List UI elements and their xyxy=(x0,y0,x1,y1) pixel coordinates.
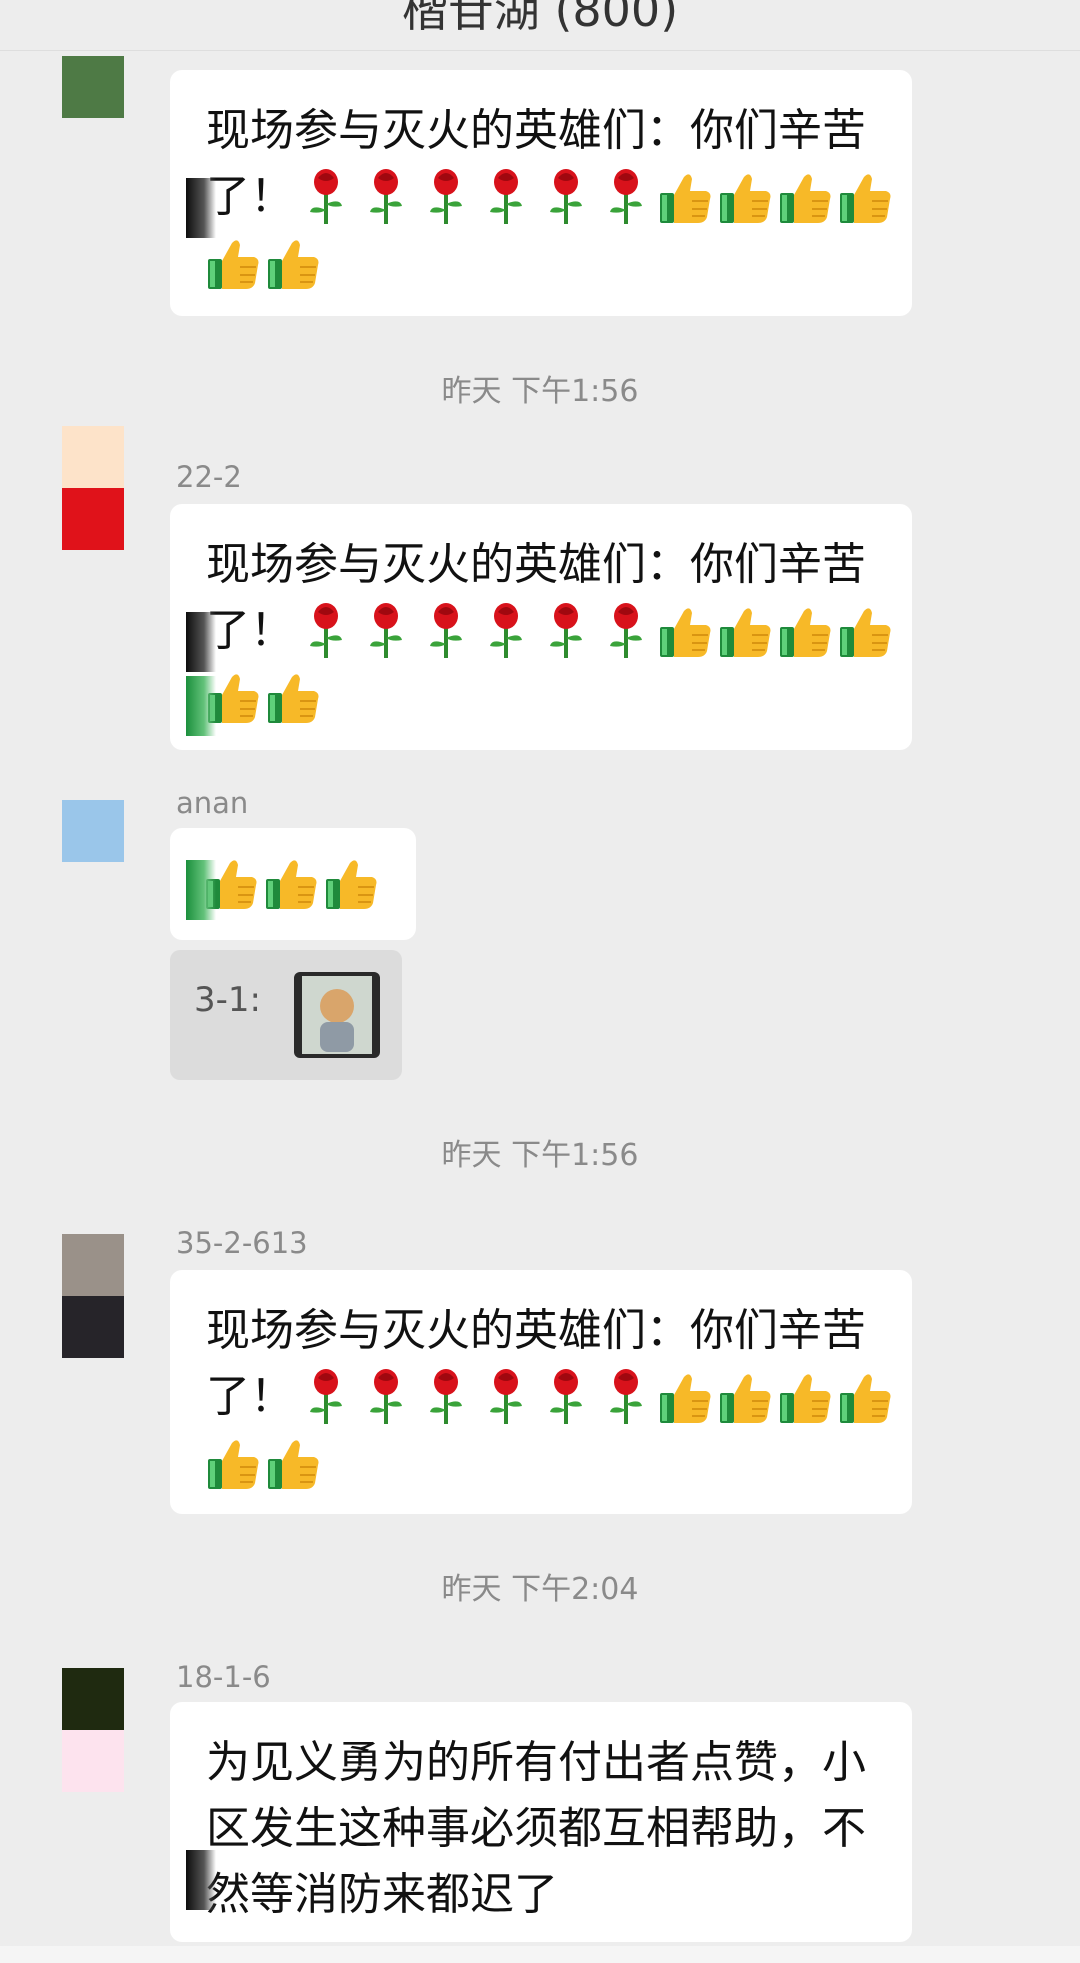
rose-emoji-icon xyxy=(298,168,354,226)
timestamp: 昨天 下午1:56 xyxy=(441,1138,639,1173)
redaction-mark xyxy=(186,178,216,238)
message-line: 了！ xyxy=(206,171,294,222)
person-photo-icon xyxy=(302,976,372,1054)
rose-emoji-icon xyxy=(418,168,474,226)
rose-group xyxy=(298,1368,654,1426)
sender-name: 22-2 xyxy=(176,460,242,494)
redaction-mark xyxy=(186,676,216,736)
message-line: 现场参与灭火的英雄们：你们辛苦 xyxy=(206,1305,866,1356)
message-bubble[interactable]: 为见义勇为的所有付出者点赞，小 区发生这种事必须都互相帮助，不 然等消防来都迟了 xyxy=(170,1702,912,1942)
avatar[interactable] xyxy=(62,1234,124,1358)
thumbs-group xyxy=(658,603,894,659)
rose-emoji-icon xyxy=(418,602,474,660)
rose-emoji-icon xyxy=(478,1368,534,1426)
sender-name: 18-1-6 xyxy=(176,1660,271,1694)
rose-group xyxy=(298,602,654,660)
emoji-row xyxy=(206,664,884,730)
thumbs-up-emoji-icon xyxy=(324,855,380,911)
thumbs-up-emoji-icon xyxy=(838,169,894,225)
thumbs-group xyxy=(658,169,894,225)
rose-emoji-icon xyxy=(598,1368,654,1426)
thumbs-up-emoji-icon xyxy=(266,669,322,725)
thumbs-group xyxy=(204,855,380,911)
rose-emoji-icon xyxy=(358,602,414,660)
sender-name: anan xyxy=(176,786,249,820)
rose-emoji-icon xyxy=(298,1368,354,1426)
bottom-edge xyxy=(0,1946,1080,1963)
thumbs-group xyxy=(658,1369,894,1425)
thumbs-group xyxy=(206,235,322,291)
thumbs-up-emoji-icon xyxy=(778,603,834,659)
message-line: 为见义勇为的所有付出者点赞，小 xyxy=(206,1737,866,1788)
rose-emoji-icon xyxy=(418,1368,474,1426)
thumbs-up-emoji-icon xyxy=(838,603,894,659)
emoji-row xyxy=(206,230,884,296)
emoji-row: 了！ xyxy=(206,598,891,664)
rose-emoji-icon xyxy=(598,602,654,660)
thumbs-group xyxy=(206,669,322,725)
thumbs-up-emoji-icon xyxy=(658,169,714,225)
rose-emoji-icon xyxy=(538,168,594,226)
message-bubble[interactable]: 现场参与灭火的英雄们：你们辛苦 了！ xyxy=(170,70,912,316)
sender-name: 35-2-613 xyxy=(176,1226,308,1260)
rose-emoji-icon xyxy=(598,168,654,226)
avatar[interactable] xyxy=(62,56,124,118)
rose-emoji-icon xyxy=(298,602,354,660)
emoji-row: 了！ xyxy=(206,164,891,230)
rose-emoji-icon xyxy=(478,602,534,660)
message-text: 现场参与灭火的英雄们：你们辛苦 了！ xyxy=(206,1298,891,1496)
thumbs-up-emoji-icon xyxy=(718,1369,774,1425)
thumbs-up-emoji-icon xyxy=(838,1369,894,1425)
quote-label: 3-1: xyxy=(194,980,261,1020)
thumbs-up-emoji-icon xyxy=(266,235,322,291)
avatar[interactable] xyxy=(62,800,124,862)
quoted-reply[interactable]: 3-1: xyxy=(170,950,402,1080)
emoji-row xyxy=(206,1430,884,1496)
message-text: 现场参与灭火的英雄们：你们辛苦 了！ xyxy=(206,532,891,730)
thumbs-up-emoji-icon xyxy=(778,1369,834,1425)
message-line: 然等消防来都迟了 xyxy=(206,1869,558,1920)
thumbs-group xyxy=(206,1435,322,1491)
avatar[interactable] xyxy=(62,1668,124,1792)
thumbs-up-emoji-icon xyxy=(778,169,834,225)
message-line: 现场参与灭火的英雄们：你们辛苦 xyxy=(206,105,866,156)
rose-group xyxy=(298,168,654,226)
thumbs-up-emoji-icon xyxy=(718,603,774,659)
thumbs-up-emoji-icon xyxy=(264,855,320,911)
message-line: 区发生这种事必须都互相帮助，不 xyxy=(206,1803,866,1854)
redaction-mark xyxy=(186,612,216,672)
message-line: 了！ xyxy=(206,605,294,656)
quoted-image-thumbnail[interactable] xyxy=(294,972,380,1058)
redaction-mark xyxy=(186,1850,216,1910)
thumbs-up-emoji-icon xyxy=(266,1435,322,1491)
message-text: 为见义勇为的所有付出者点赞，小 区发生这种事必须都互相帮助，不 然等消防来都迟了 xyxy=(206,1730,884,1928)
rose-emoji-icon xyxy=(358,168,414,226)
rose-emoji-icon xyxy=(538,1368,594,1426)
rose-emoji-icon xyxy=(538,602,594,660)
timestamp: 昨天 下午1:56 xyxy=(441,374,639,409)
message-line: 现场参与灭火的英雄们：你们辛苦 xyxy=(206,539,866,590)
thumbs-up-emoji-icon xyxy=(206,235,262,291)
redaction-mark xyxy=(186,860,216,920)
thumbs-up-emoji-icon xyxy=(718,169,774,225)
chat-title[interactable]: 楷苷湖 (800) xyxy=(0,0,1080,40)
message-text: 现场参与灭火的英雄们：你们辛苦 了！ xyxy=(206,98,891,296)
chat-header: 楷苷湖 (800) xyxy=(0,0,1080,51)
thumbs-up-emoji-icon xyxy=(206,1435,262,1491)
rose-emoji-icon xyxy=(478,168,534,226)
message-bubble[interactable]: 现场参与灭火的英雄们：你们辛苦 了！ xyxy=(170,1270,912,1514)
thumbs-up-emoji-icon xyxy=(658,603,714,659)
timestamp: 昨天 下午2:04 xyxy=(441,1572,639,1607)
avatar[interactable] xyxy=(62,426,124,550)
emoji-row: 了！ xyxy=(206,1364,891,1430)
thumbs-up-emoji-icon xyxy=(658,1369,714,1425)
message-bubble[interactable]: 现场参与灭火的英雄们：你们辛苦 了！ xyxy=(170,504,912,750)
rose-emoji-icon xyxy=(358,1368,414,1426)
message-line: 了！ xyxy=(206,1371,294,1422)
emoji-row xyxy=(204,850,380,916)
